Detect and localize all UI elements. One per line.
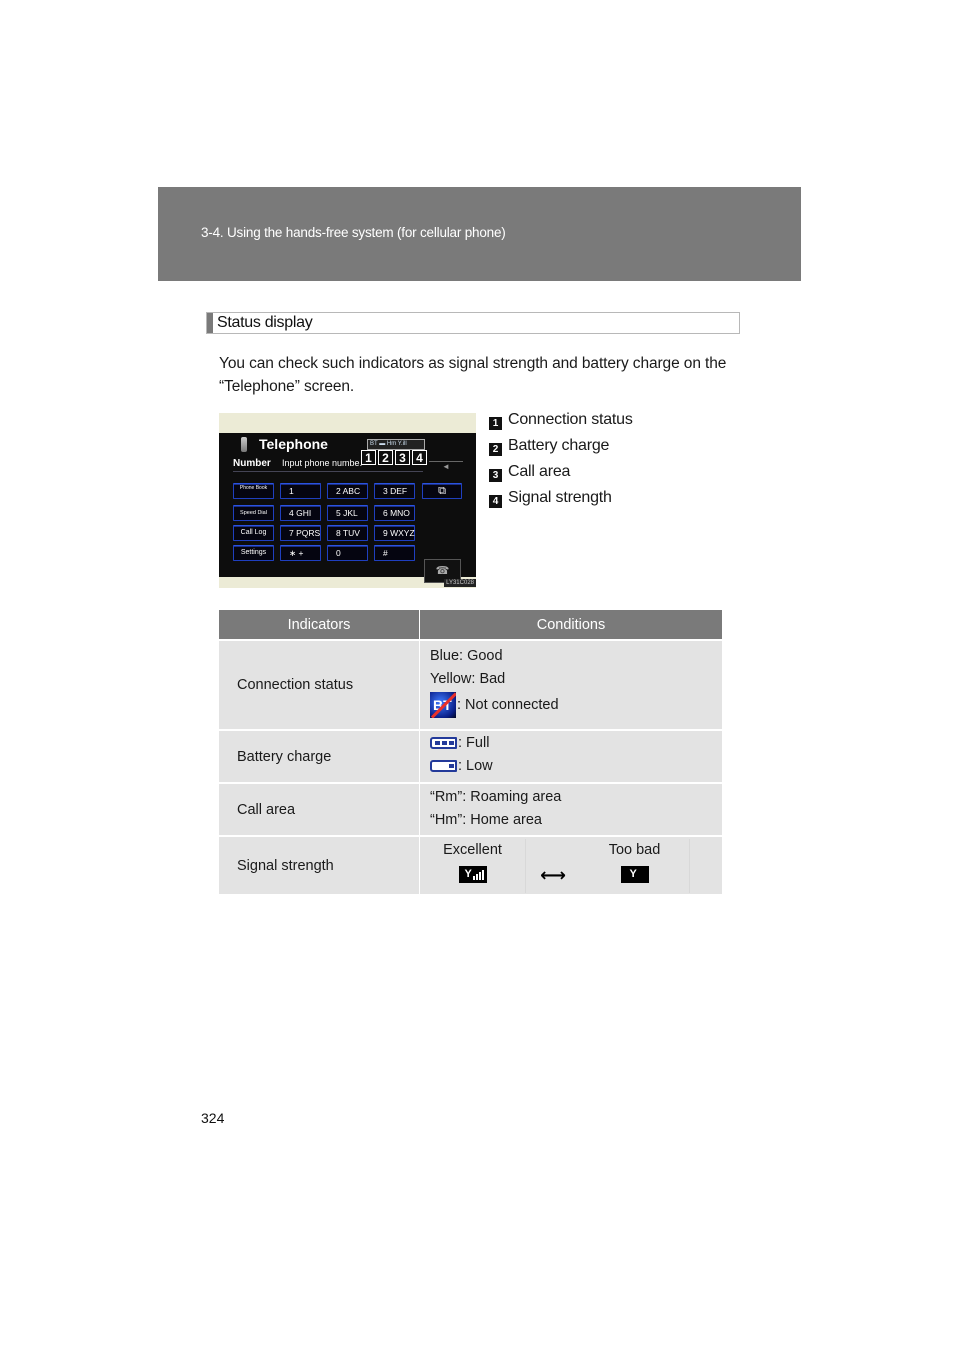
indicator-cell: Signal strength — [219, 835, 420, 894]
callout-4: 4 — [412, 450, 427, 465]
callout-3: 3 — [395, 450, 410, 465]
key-hash[interactable]: # — [374, 545, 415, 561]
indicator-cell: Connection status — [219, 639, 420, 730]
signal-worst-col: Too bad Y — [580, 839, 690, 893]
condition-line: : Low — [430, 755, 722, 778]
indicators-table: Indicators Conditions Connection status … — [219, 610, 722, 894]
condition-line: “Rm”: Roaming area — [430, 789, 562, 805]
condition-cell: Blue: Good Yellow: Bad BT : Not connecte… — [419, 639, 722, 730]
breadcrumb: 3-4. Using the hands-free system (for ce… — [201, 225, 506, 240]
battery-full-text: : Full — [458, 735, 490, 751]
bluetooth-not-connected-icon: BT — [430, 692, 456, 719]
battery-low-icon — [430, 759, 457, 772]
image-code: LY31C028 — [444, 579, 476, 587]
window-icon[interactable]: ⧉ — [422, 483, 462, 499]
key-6[interactable]: 6 MNO — [374, 505, 415, 521]
signal-excellent-label: Excellent — [443, 842, 502, 858]
key-9[interactable]: 9 WXYZ — [374, 525, 415, 541]
signal-bars — [472, 864, 485, 880]
signal-too-bad-label: Too bad — [608, 842, 661, 858]
key-7[interactable]: 7 PQRS — [280, 525, 321, 541]
signal-best-col: Excellent Y — [420, 839, 526, 893]
call-log-button[interactable]: Call Log — [233, 525, 274, 541]
condition-line: Yellow: Bad — [430, 670, 506, 687]
battery-full-icon — [430, 737, 457, 750]
section-heading: Status display — [206, 312, 740, 334]
signal-arrow-col: ⟷ — [526, 839, 581, 893]
chapter-header: 3-4. Using the hands-free system (for ce… — [158, 187, 801, 281]
key-0[interactable]: 0 — [327, 545, 368, 561]
battery-low-text: : Low — [458, 757, 493, 774]
number-badge: 2 — [489, 443, 502, 456]
battery-cell — [442, 741, 447, 746]
section-title: Status display — [217, 314, 313, 331]
telephone-screen: Telephone BT ▬ Hm Y.ill Number Input pho… — [219, 433, 476, 583]
condition-line: BT : Not connected — [430, 690, 722, 720]
key-5[interactable]: 5 JKL — [327, 505, 368, 521]
callout-2: 2 — [378, 450, 393, 465]
signal-full-icon: Y — [458, 864, 487, 883]
backspace-button[interactable]: ◄ — [429, 461, 463, 474]
signal-bar — [481, 870, 484, 880]
signal-bar — [475, 874, 478, 880]
key-3[interactable]: 3 DEF — [374, 483, 415, 499]
number-underline — [233, 471, 423, 472]
battery-cell — [449, 763, 454, 768]
signal-scale: Excellent Y ⟷ Too bad Y — [420, 839, 722, 893]
condition-cell: Excellent Y ⟷ Too bad Y — [419, 835, 722, 894]
phone-number-input[interactable]: Input phone numbe. — [282, 458, 366, 468]
phone-book-button[interactable]: Phone Book — [233, 483, 274, 499]
callout-1: 1 — [361, 450, 376, 465]
header-indicators: Indicators — [219, 610, 420, 640]
not-connected-text: : Not connected — [457, 697, 559, 713]
double-arrow-icon: ⟷ — [540, 865, 566, 885]
condition-cell: “Rm”: Roaming area “Hm”: Home area — [419, 782, 722, 836]
number-badge: 4 — [489, 495, 502, 508]
antenna-glyph: Y — [629, 868, 637, 880]
legend-label: Signal strength — [508, 489, 612, 506]
heading-accent-bar — [207, 313, 213, 333]
indicator-cell: Battery charge — [219, 729, 420, 783]
signal-bar — [478, 872, 481, 880]
telephone-title: Telephone — [259, 436, 328, 452]
legend-label: Call area — [508, 463, 571, 480]
condition-line: : Full — [430, 732, 722, 755]
status-indicator-strip: BT ▬ Hm Y.ill — [367, 439, 425, 450]
key-2[interactable]: 2 ABC — [327, 483, 368, 499]
settings-button[interactable]: Settings — [233, 545, 274, 561]
page-number: 324 — [201, 1110, 225, 1126]
table-header-row: Indicators Conditions — [219, 610, 722, 640]
battery-cell — [449, 741, 454, 746]
condition-line: Blue: Good — [430, 648, 503, 664]
key-star[interactable]: ∗ + — [280, 545, 321, 561]
telephone-screen-image: Telephone BT ▬ Hm Y.ill Number Input pho… — [219, 413, 476, 588]
indicator-cell: Call area — [219, 782, 420, 836]
signal-bar — [472, 876, 475, 880]
key-4[interactable]: 4 GHI — [280, 505, 321, 521]
number-badge: 3 — [489, 469, 502, 482]
number-badge: 1 — [489, 417, 502, 430]
signal-none-icon: Y — [620, 866, 649, 883]
table-row-call-area: Call area “Rm”: Roaming area “Hm”: Home … — [219, 782, 722, 836]
key-1[interactable]: 1 — [280, 483, 321, 499]
legend-label: Battery charge — [508, 437, 610, 454]
antenna-glyph: Y — [464, 868, 472, 880]
handset-icon — [241, 437, 247, 452]
speed-dial-button[interactable]: Speed Dial — [233, 505, 274, 521]
legend-label: Connection status — [508, 411, 633, 428]
battery-cell — [435, 741, 440, 746]
table-row-connection: Connection status Blue: Good Yellow: Bad… — [219, 639, 722, 730]
table-row-battery: Battery charge : Full : Low — [219, 729, 722, 783]
condition-line: “Hm”: Home area — [430, 811, 542, 828]
intro-paragraph: You can check such indicators as signal … — [219, 355, 727, 395]
signal-empty-col — [690, 839, 723, 893]
key-8[interactable]: 8 TUV — [327, 525, 368, 541]
header-conditions: Conditions — [419, 610, 722, 640]
table-row-signal: Signal strength Excellent Y ⟷ Too bad Y — [219, 835, 722, 894]
condition-cell: : Full : Low — [419, 729, 722, 783]
number-label: Number — [233, 458, 271, 469]
